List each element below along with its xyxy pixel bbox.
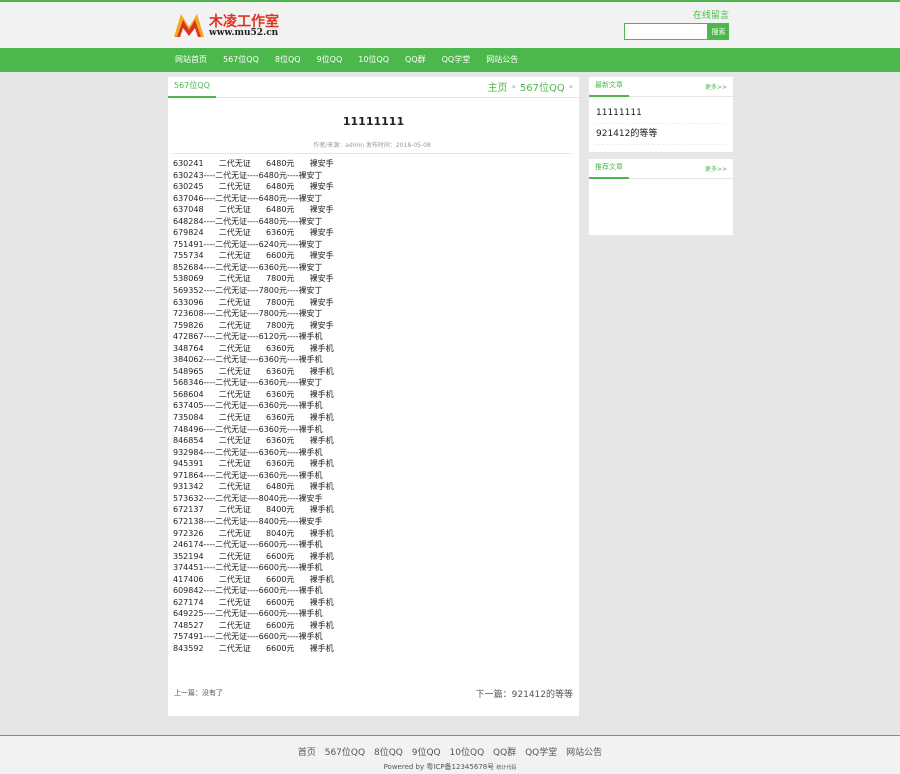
article-line: 637405----二代无证----6360元----裸手机: [173, 401, 323, 411]
article-line: 384062----二代无证----6360元----裸手机: [173, 355, 323, 365]
footer: 首页 567位QQ 8位QQ 9位QQ 10位QQ QQ群 QQ学堂 网站公告 …: [0, 735, 900, 774]
footer-copyright: Powered by 粤ICP备12345678号 统计代码: [0, 762, 900, 772]
article-line: 735084 二代无证 6360元 裸手机: [173, 413, 334, 423]
article-line: 971864----二代无证----6360元----裸手机: [173, 470, 323, 480]
nav-item-8qq[interactable]: 8位QQ: [267, 48, 309, 72]
article-line: 573632----二代无证----8040元----裸安手: [173, 493, 323, 503]
recommended-more-link[interactable]: 更多>>: [705, 164, 727, 173]
article-line: 672138----二代无证----8400元----裸安手: [173, 516, 323, 526]
breadcrumb-separator: »: [568, 82, 573, 91]
article-line: 246174----二代无证----6600元----裸手机: [173, 540, 323, 550]
article-line: 755734 二代无证 6600元 裸安手: [173, 251, 334, 261]
footer-link-567qq[interactable]: 567位QQ: [325, 748, 365, 758]
breadcrumb: 567位QQ 主页 » 567位QQ »: [168, 77, 579, 98]
article-line: 757491----二代无证----6600元----裸手机: [173, 632, 323, 642]
article-line: 852684----二代无证----6360元----裸安丁: [173, 262, 323, 272]
article-line: 748527 二代无证 6600元 裸手机: [173, 620, 334, 630]
next-article-link[interactable]: 下一篇：921412的等等: [476, 687, 573, 700]
article-line: 672137 二代无证 8400元 裸手机: [173, 505, 334, 515]
footer-link-qq-group[interactable]: QQ群: [493, 748, 516, 758]
search-input[interactable]: [624, 23, 708, 40]
latest-articles-title: 最新文章: [589, 77, 629, 97]
breadcrumb-category[interactable]: 567位QQ: [520, 79, 565, 94]
article-line: 630245 二代无证 6480元 裸安手: [173, 182, 334, 192]
main-nav: 网站首页 567位QQ 8位QQ 9位QQ 10位QQ QQ群 QQ学堂 网站公…: [0, 48, 900, 72]
recommended-articles-box: 推荐文章 更多>>: [589, 159, 733, 235]
breadcrumb-home[interactable]: 主页: [488, 79, 508, 94]
logo-icon: [174, 14, 204, 37]
article-line: 748496----二代无证----6360元----裸手机: [173, 424, 323, 434]
nav-item-567qq[interactable]: 567位QQ: [215, 48, 267, 72]
footer-link-9qq[interactable]: 9位QQ: [412, 748, 441, 758]
latest-article-item[interactable]: 921412的等等: [596, 124, 726, 145]
article-line: 569352----二代无证----7800元----裸安丁: [173, 286, 323, 296]
footer-link-qq-school[interactable]: QQ学堂: [525, 748, 557, 758]
article-line: 932984----二代无证----6360元----裸手机: [173, 447, 323, 457]
footer-links: 首页 567位QQ 8位QQ 9位QQ 10位QQ QQ群 QQ学堂 网站公告: [0, 745, 900, 758]
article-line: 633096 二代无证 7800元 裸安手: [173, 297, 334, 307]
nav-item-home[interactable]: 网站首页: [167, 48, 215, 72]
recommended-articles-title: 推荐文章: [589, 159, 629, 179]
footer-link-10qq[interactable]: 10位QQ: [450, 748, 485, 758]
article-line: 548965 二代无证 6360元 裸手机: [173, 366, 334, 376]
article-panel: 567位QQ 主页 » 567位QQ » 11111111 作者/来源：admi…: [168, 77, 579, 716]
article-line: 679824 二代无证 6360元 裸安手: [173, 228, 334, 238]
article-line: 751491----二代无证----6240元----裸安丁: [173, 239, 323, 249]
footer-link-8qq[interactable]: 8位QQ: [374, 748, 403, 758]
article-line: 630243----二代无证----6480元----裸安丁: [173, 170, 323, 180]
article-line: 931342 二代无证 6480元 裸手机: [173, 482, 334, 492]
search-button[interactable]: 搜索: [708, 23, 729, 40]
article-line: 723608----二代无证----7800元----裸安丁: [173, 309, 323, 319]
footer-link-home[interactable]: 首页: [298, 748, 316, 758]
nav-item-10qq[interactable]: 10位QQ: [350, 48, 397, 72]
prev-article-link[interactable]: 上一篇：没有了: [174, 688, 223, 698]
article-line: 846854 二代无证 6360元 裸手机: [173, 436, 334, 446]
latest-article-item[interactable]: 11111111: [596, 103, 726, 124]
category-tab[interactable]: 567位QQ: [168, 77, 216, 98]
latest-articles-box: 最新文章 更多>> 11111111 921412的等等: [589, 77, 733, 152]
article-line: 630241 二代无证 6480元 裸安手: [173, 159, 334, 168]
article-line: 568604 二代无证 6360元 裸手机: [173, 389, 334, 399]
article-line: 568346----二代无证----6360元----裸安丁: [173, 378, 323, 388]
article-body: 630241 二代无证 6480元 裸安手 630243----二代无证----6…: [168, 154, 579, 655]
article-line: 352194 二代无证 6600元 裸手机: [173, 551, 334, 561]
stats-code-text: 统计代码: [496, 765, 517, 771]
guestbook-link[interactable]: 在线留言: [693, 8, 729, 21]
search-form: 搜索: [624, 23, 729, 40]
article-line: 637048 二代无证 6480元 裸安手: [173, 205, 334, 215]
latest-more-link[interactable]: 更多>>: [705, 82, 727, 91]
article-title: 11111111: [342, 115, 405, 128]
nav-item-qq-school[interactable]: QQ学堂: [434, 48, 479, 72]
article-line: 627174 二代无证 6600元 裸手机: [173, 597, 334, 607]
powered-by-text: Powered by: [383, 763, 425, 771]
nav-item-qq-group[interactable]: QQ群: [397, 48, 434, 72]
article-line: 348764 二代无证 6360元 裸手机: [173, 343, 334, 353]
article-line: 637046----二代无证----6480元----裸安丁: [173, 193, 323, 203]
header: 木凌工作室 www.mu52.cn 在线留言 搜索: [0, 2, 900, 48]
article-line: 374451----二代无证----6600元----裸手机: [173, 563, 323, 573]
article-line: 759826 二代无证 7800元 裸安手: [173, 320, 334, 330]
article-line: 945391 二代无证 6360元 裸手机: [173, 459, 334, 469]
article-line: 417406 二代无证 6600元 裸手机: [173, 574, 334, 584]
icp-record-link[interactable]: 粤ICP备12345678号: [426, 763, 494, 771]
article-line: 972326 二代无证 8040元 裸手机: [173, 528, 334, 538]
article-line: 648284----二代无证----6480元----裸安丁: [173, 216, 323, 226]
article-line: 609842----二代无证----6600元----裸手机: [173, 586, 323, 596]
footer-link-announcements[interactable]: 网站公告: [566, 748, 602, 758]
article-line: 843592 二代无证 6600元 裸手机: [173, 643, 334, 653]
site-url: www.mu52.cn: [209, 28, 279, 38]
article-line: 538069 二代无证 7800元 裸安手: [173, 274, 334, 284]
site-logo[interactable]: 木凌工作室 www.mu52.cn: [173, 10, 283, 44]
article-meta: 作者/来源：admin 发布时间：2018-05-08: [173, 140, 571, 154]
article-line: 649225----二代无证----6600元----裸手机: [173, 609, 323, 619]
breadcrumb-separator: »: [511, 82, 516, 91]
nav-item-announcements[interactable]: 网站公告: [478, 48, 526, 72]
nav-item-9qq[interactable]: 9位QQ: [309, 48, 351, 72]
article-line: 472867----二代无证----6120元----裸手机: [173, 332, 323, 342]
